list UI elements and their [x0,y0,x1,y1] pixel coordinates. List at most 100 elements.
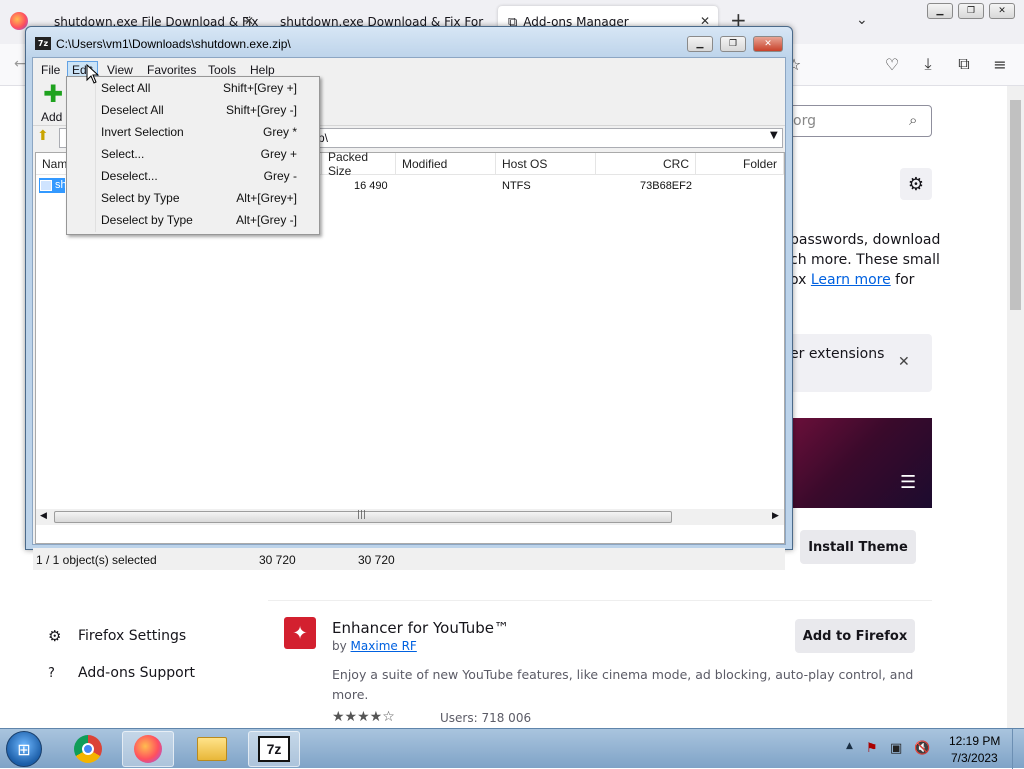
minimize-button[interactable]: ▁ [927,3,953,19]
grip-icon: ||| [357,510,367,520]
status-size: 30 720 [259,553,296,567]
gear-icon[interactable]: ⚙ [900,168,932,200]
chevron-down-icon[interactable]: ▼ [770,130,778,141]
edit-menu-dropdown: Select All Shift+[Grey +] Deselect All Shi… [66,76,320,235]
menu-item-label: Select All [101,81,151,95]
menu-item-shortcut: Shift+[Grey -] [225,103,297,117]
close-icon[interactable]: ✕ [898,354,910,370]
addon-name[interactable]: Enhancer for YouTube™ [332,619,509,637]
scrollbar-thumb[interactable] [1010,100,1021,310]
network-icon[interactable]: ▣ [890,741,902,756]
menu-item-label: Deselect All [101,103,164,117]
minimize-button[interactable]: ▁ [687,36,713,52]
install-theme-button[interactable]: Install Theme [800,530,916,564]
taskbar-7zip[interactable]: 7z [248,731,300,767]
firefox-icon [134,735,162,763]
taskbar-firefox[interactable] [122,731,174,767]
folder-icon [197,737,227,761]
column-modified[interactable]: Modified [396,153,496,175]
file-name: sh [55,179,67,191]
sidebar-item-addons-support[interactable]: ? Add-ons Support [48,665,195,681]
menu-icon: ☰ [900,472,917,493]
clock-date[interactable]: 7/3/2023 [951,751,998,765]
list-all-tabs-icon[interactable]: ⌄ [856,12,868,28]
7zip-icon: 7z [258,736,290,762]
sidebar-label: Add-ons Support [78,665,195,681]
sidebar-item-firefox-settings[interactable]: ⚙ Firefox Settings [48,627,186,645]
column-packed-size[interactable]: Packed Size [322,150,396,178]
chrome-icon [74,735,102,763]
windows-taskbar: ⊞ 7z ▲ ⚑ ▣ 🔇 12:19 PM 7/3/2023 [0,728,1024,769]
search-icon: ⌕ [909,111,918,129]
mouse-cursor-icon [86,63,100,87]
menu-item-deselect-by-type[interactable]: Deselect by Type Alt+[Grey -] [69,209,317,231]
menu-item-invert-selection[interactable]: Invert Selection Grey * [69,121,317,143]
gear-icon: ⚙ [48,627,62,645]
addon-card: ✦ Enhancer for YouTube™ by Maxime RF Enj… [268,600,932,730]
action-center-icon[interactable]: ⚑ [866,741,878,756]
help-icon: ? [48,665,55,681]
menu-item-label: Select... [101,147,145,161]
theme-preview-image: ☰ [790,418,932,508]
add-to-firefox-button[interactable]: Add to Firefox [795,619,915,653]
up-folder-icon[interactable]: ⬆ [37,128,49,144]
menu-file[interactable]: File [37,61,64,79]
menu-item-shortcut: Shift+[Grey +] [222,81,297,95]
menu-item-label: Deselect by Type [101,213,193,227]
addon-description: Enjoy a suite of new YouTube features, l… [332,667,914,682]
menu-item-deselect-all[interactable]: Deselect All Shift+[Grey -] [69,99,317,121]
author-link[interactable]: Maxime RF [351,639,417,653]
learn-more-link[interactable]: Learn more [811,272,891,288]
search-placeholder: org [793,113,816,129]
promo-text-line: ch more. These small [790,252,940,268]
menu-item-label: Deselect... [101,169,158,183]
scrollbar-thumb[interactable]: ||| [54,510,672,523]
app-menu-icon[interactable]: ≡ [990,54,1010,74]
addon-author: by Maxime RF [332,639,417,653]
menu-item-deselect[interactable]: Deselect... Grey - [69,165,317,187]
status-packed-size: 30 720 [358,553,395,567]
file-selection[interactable]: sh [39,178,67,193]
menu-item-select-all[interactable]: Select All Shift+[Grey +] [69,77,317,99]
sidebar-label: Firefox Settings [78,628,187,644]
menu-item-select-by-type[interactable]: Select by Type Alt+[Grey+] [69,187,317,209]
promo-text-line: ox Learn more for [790,272,914,288]
menu-item-shortcut: Alt+[Grey -] [235,213,297,227]
7zip-title-bar[interactable]: 7z C:\Users\vm1\Downloads\shutdown.exe.z… [26,27,792,59]
host-os-cell: NTFS [502,180,531,192]
page-scrollbar[interactable] [1007,86,1024,728]
show-desktop-button[interactable] [1012,729,1024,769]
pocket-icon[interactable]: ♡ [882,54,902,74]
start-button[interactable]: ⊞ [6,731,42,767]
addon-users: Users: 718 006 [440,711,532,725]
back-icon[interactable]: ← [14,56,26,72]
close-button[interactable]: ✕ [989,3,1015,19]
menu-item-shortcut: Grey - [263,169,297,183]
horizontal-scrollbar[interactable]: ◀ ||| ▶ [36,509,784,525]
scroll-right-icon[interactable]: ▶ [772,511,779,521]
packed-size-cell: 16 490 [354,180,388,192]
close-button[interactable]: ✕ [753,36,783,52]
menu-item-select[interactable]: Select... Grey + [69,143,317,165]
maximize-button[interactable]: ❐ [958,3,984,19]
notice-text: er extensions [790,346,885,362]
menu-item-shortcut: Grey + [260,147,297,161]
7zip-app-icon: 7z [35,37,51,50]
maximize-button[interactable]: ❐ [720,36,746,52]
scroll-left-icon[interactable]: ◀ [40,511,47,521]
menu-item-label: Select by Type [101,191,180,205]
addons-search-input[interactable]: org ⌕ [780,105,932,137]
extensions-icon[interactable]: ⧉ [954,54,974,74]
downloads-icon[interactable]: ⤓ [918,54,938,74]
column-host-os[interactable]: Host OS [496,153,596,175]
crc-cell: 73B68EF2 [640,180,692,192]
column-folders[interactable]: Folder [696,153,784,175]
taskbar-chrome[interactable] [62,731,114,767]
volume-muted-icon[interactable]: 🔇 [914,741,930,756]
show-hidden-icons[interactable]: ▲ [846,741,853,751]
rating-stars: ★★★★☆ [332,709,395,725]
clock-time[interactable]: 12:19 PM [949,734,1000,748]
column-crc[interactable]: CRC [596,153,696,175]
add-button[interactable]: ✚ Add [37,82,69,124]
taskbar-file-explorer[interactable] [186,731,238,767]
